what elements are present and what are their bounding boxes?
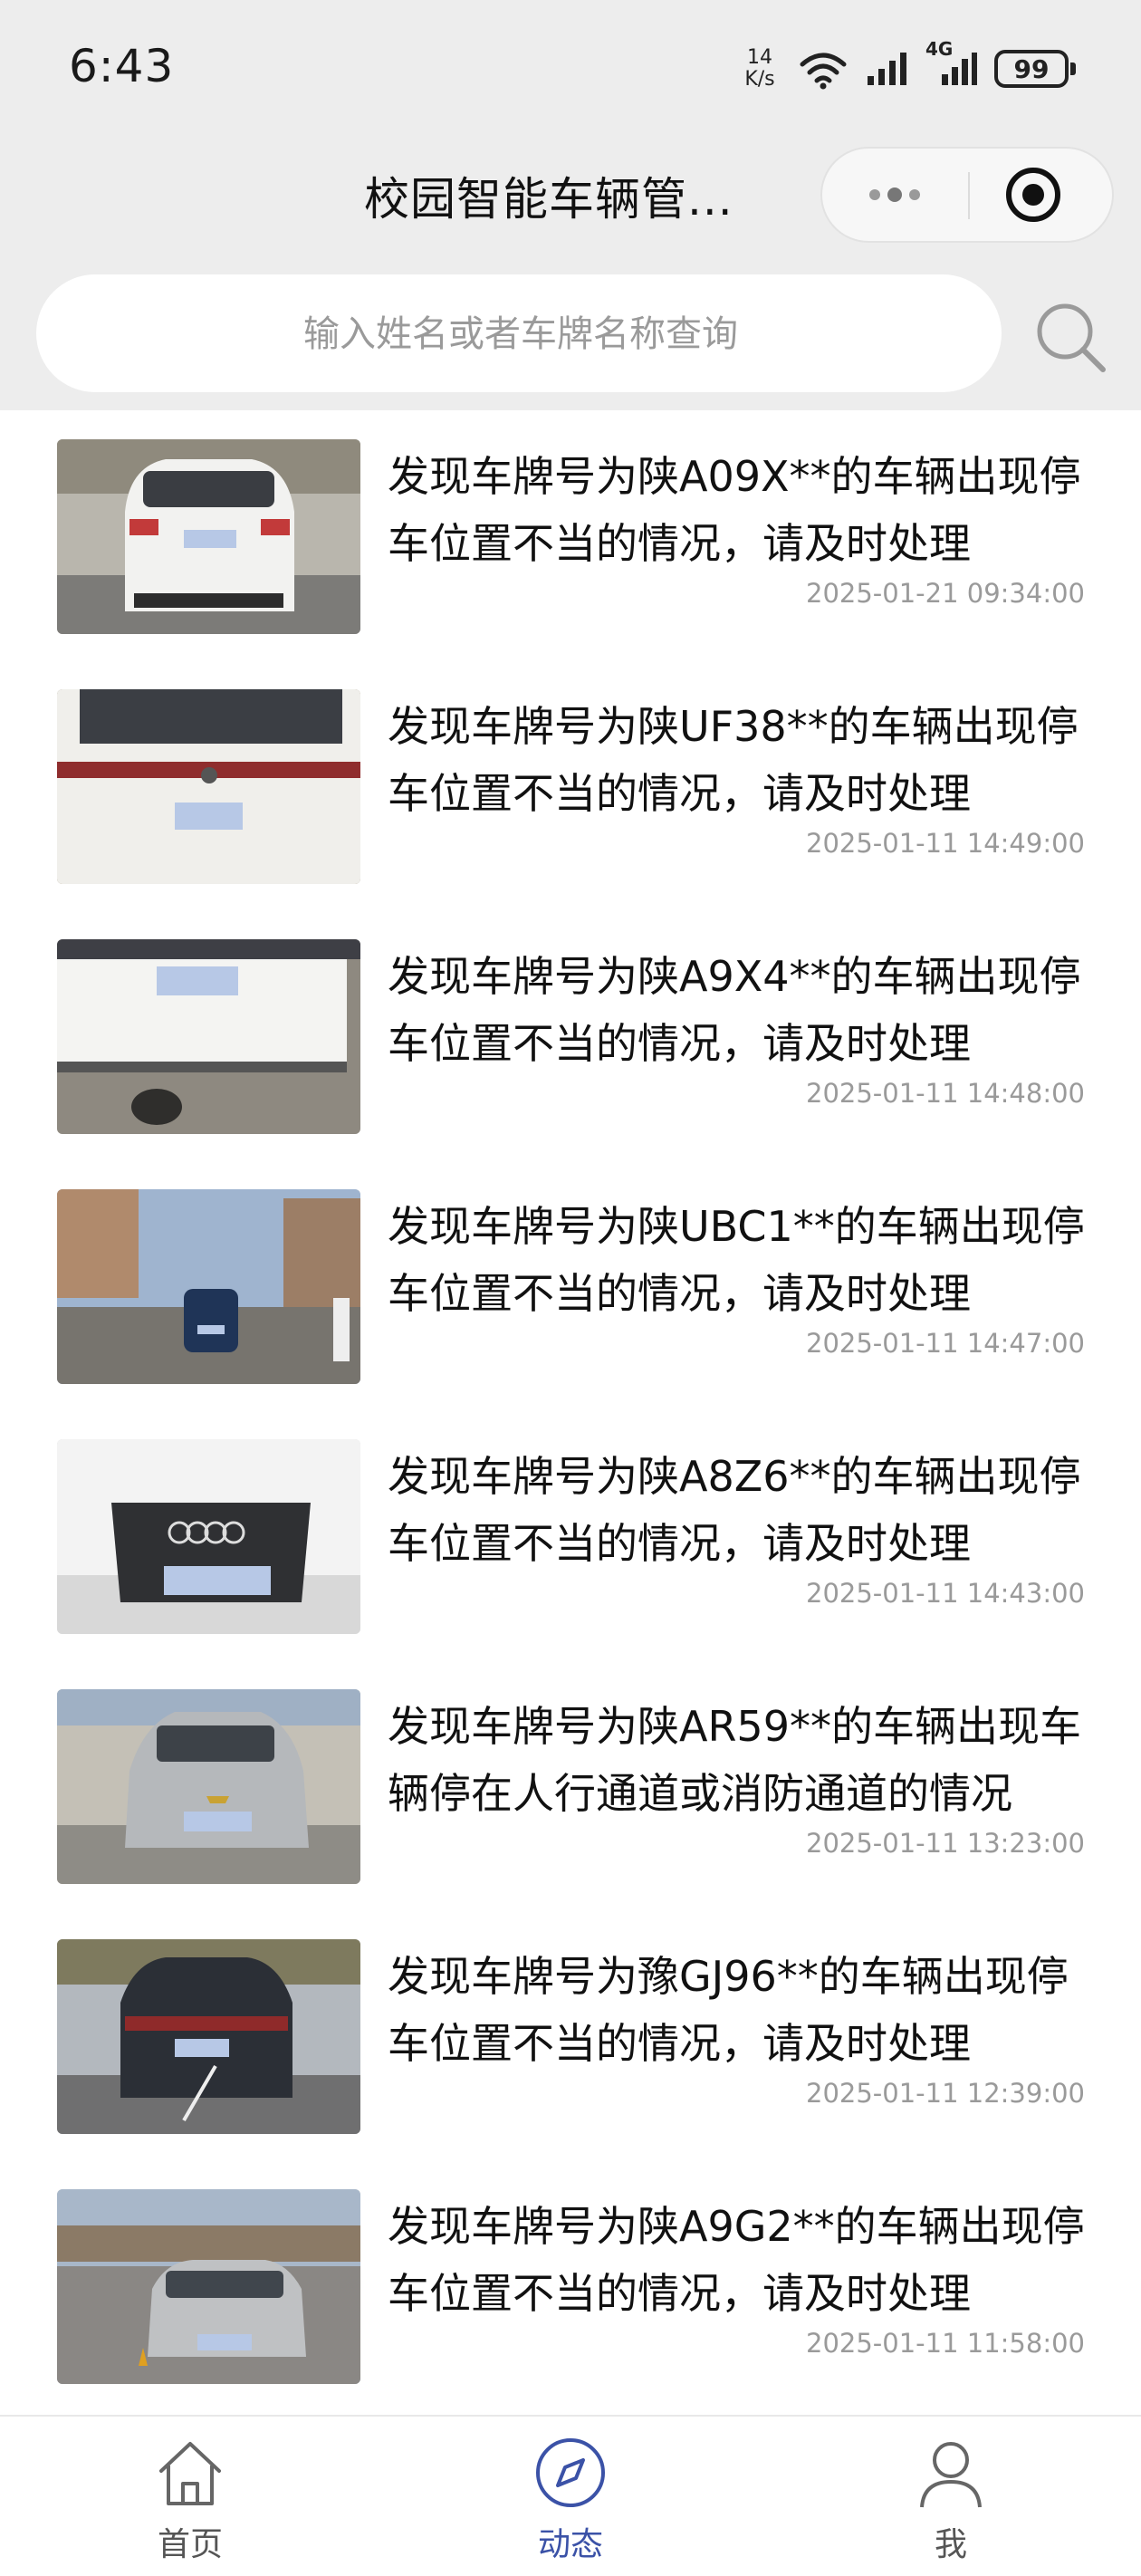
search-icon[interactable] [1032,299,1108,375]
record-time: 2025-01-11 14:47:00 [806,1328,1085,1359]
net-speed: 14 K/s [739,47,781,91]
net-speed-unit: K/s [744,68,775,91]
battery-level: 99 [1013,53,1050,84]
record-time: 2025-01-21 09:34:00 [806,578,1085,609]
tab-me[interactable]: 我 [815,2417,1087,2576]
miniprogram-capsule [820,147,1114,243]
wifi-icon [800,53,847,90]
cell-4g-label: 4G [925,38,954,60]
car-photo [57,939,360,1134]
car-photo [57,439,360,634]
net-speed-value: 14 [747,46,772,69]
record-text: 发现车牌号为陕UF38**的车辆出现停车位置不当的情况，请及时处理 [388,702,1079,818]
list-item[interactable]: 发现车牌号为陕AR59**的车辆出现车辆停在人行通道或消防通道的情况 2025-… [0,1660,1141,1910]
list-item[interactable]: 发现车牌号为陕A8Z6**的车辆出现停车位置不当的情况，请及时处理 2025-0… [0,1410,1141,1660]
record-text: 发现车牌号为陕AR59**的车辆出现车辆停在人行通道或消防通道的情况 [388,1702,1081,1818]
more-dot-icon [887,187,902,202]
home-icon [159,2442,221,2505]
tab-me-label: 我 [934,2526,967,2563]
car-photo [57,1189,360,1384]
cell-4g-group: 4G [925,38,978,87]
close-miniprogram-icon[interactable] [1003,165,1063,225]
list-item[interactable]: 发现车牌号为陕A09X**的车辆出现停车位置不当的情况，请及时处理 2025-0… [0,410,1141,660]
status-bar: 6:43 14 K/s 4G 99 [0,0,1141,136]
battery-indicator: 99 [994,50,1076,88]
more-dot-icon [909,189,920,200]
record-time: 2025-01-11 11:58:00 [806,2328,1085,2359]
car-photo [57,1689,360,1884]
car-photo [57,689,360,884]
page-title: 校园智能车辆管... [364,173,734,226]
more-button[interactable] [822,149,967,241]
record-text: 发现车牌号为陕A09X**的车辆出现停车位置不当的情况，请及时处理 [388,452,1081,568]
tab-home-label: 首页 [157,2526,223,2563]
status-time: 6:43 [69,40,175,92]
record-time: 2025-01-11 14:43:00 [806,1578,1085,1609]
car-photo [57,2189,360,2384]
car-photo [57,1939,360,2134]
list-item[interactable]: 发现车牌号为陕UF38**的车辆出现停车位置不当的情况，请及时处理 2025-0… [0,660,1141,910]
tab-home[interactable]: 首页 [54,2417,326,2576]
tab-bar: 首页 动态 我 [0,2415,1141,2576]
user-icon [920,2442,982,2508]
capsule-divider [968,172,970,219]
status-icons: 14 K/s 4G 99 [739,38,1076,96]
list-item[interactable]: 发现车牌号为陕A9X4**的车辆出现停车位置不当的情况，请及时处理 2025-0… [0,910,1141,1160]
record-time: 2025-01-11 12:39:00 [806,2078,1085,2109]
header-area: 6:43 14 K/s 4G 99 校园智能车辆管... 输入姓名或者车牌名称查… [0,0,1141,410]
record-text: 发现车牌号为陕A9G2**的车辆出现停车位置不当的情况，请及时处理 [388,2202,1085,2318]
list-item[interactable]: 发现车牌号为陕UBC1**的车辆出现停车位置不当的情况，请及时处理 2025-0… [0,1160,1141,1410]
tab-feed[interactable]: 动态 [435,2417,706,2576]
record-text: 发现车牌号为陕UBC1**的车辆出现停车位置不当的情况，请及时处理 [388,1202,1085,1318]
record-text: 发现车牌号为豫GJ96**的车辆出现停车位置不当的情况，请及时处理 [388,1952,1069,2068]
tab-feed-label: 动态 [537,2526,603,2563]
search-input[interactable] [36,274,1005,394]
record-time: 2025-01-11 14:48:00 [806,1078,1085,1109]
record-time: 2025-01-11 14:49:00 [806,828,1085,859]
cell-signal-icon [868,53,906,85]
record-text: 发现车牌号为陕A8Z6**的车辆出现停车位置不当的情况，请及时处理 [388,1452,1081,1568]
list-item[interactable]: 发现车牌号为陕A9G2**的车辆出现停车位置不当的情况，请及时处理 2025-0… [0,2160,1141,2410]
app-root: 6:43 14 K/s 4G 99 校园智能车辆管... 输入姓名或者车牌名称查… [0,0,1141,2576]
record-text: 发现车牌号为陕A9X4**的车辆出现停车位置不当的情况，请及时处理 [388,952,1081,1068]
car-photo [57,1439,360,1634]
record-list: 发现车牌号为陕A09X**的车辆出现停车位置不当的情况，请及时处理 2025-0… [0,410,1141,2414]
search-box [36,274,1005,394]
more-dot-icon [869,189,880,200]
compass-icon [536,2438,605,2507]
record-time: 2025-01-11 13:23:00 [806,1828,1085,1859]
list-item[interactable]: 发现车牌号为豫GJ96**的车辆出现停车位置不当的情况，请及时处理 2025-0… [0,1910,1141,2160]
